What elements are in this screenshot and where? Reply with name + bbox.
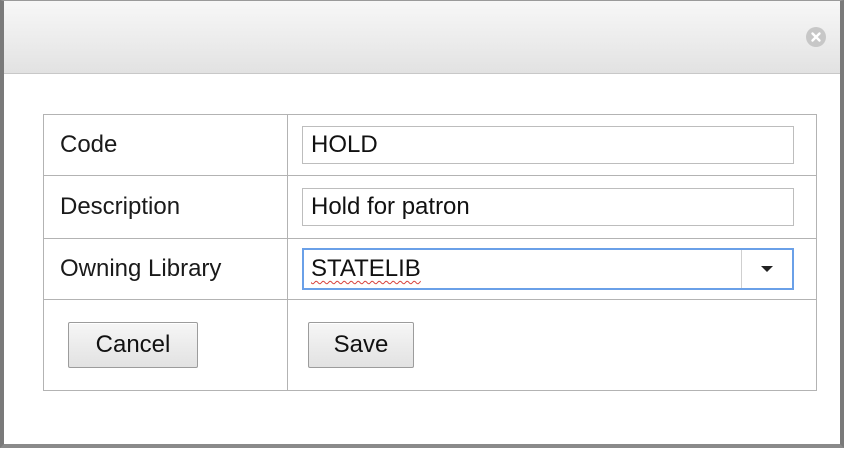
code-input[interactable] xyxy=(302,126,794,164)
description-label: Description xyxy=(43,175,288,239)
close-icon[interactable] xyxy=(806,27,826,47)
owning-library-selected-value: STATELIB xyxy=(311,255,421,282)
owning-library-select[interactable]: STATELIB xyxy=(302,248,794,290)
description-input[interactable] xyxy=(302,188,794,226)
form-row-code: Code xyxy=(43,114,817,176)
save-button[interactable]: Save xyxy=(308,322,414,368)
form-row-owning-library: Owning Library STATELIB xyxy=(43,238,817,300)
dialog-titlebar xyxy=(4,1,840,74)
cancel-button[interactable]: Cancel xyxy=(68,322,198,368)
code-label: Code xyxy=(43,114,288,176)
form-table: Code Description Owning Library STATELIB xyxy=(43,114,817,391)
owning-library-label: Owning Library xyxy=(43,238,288,300)
dropdown-arrow-icon[interactable] xyxy=(741,250,792,288)
edit-dialog: Code Description Owning Library STATELIB xyxy=(0,0,844,448)
form-row-actions: Cancel Save xyxy=(43,299,817,391)
form-row-description: Description xyxy=(43,175,817,239)
